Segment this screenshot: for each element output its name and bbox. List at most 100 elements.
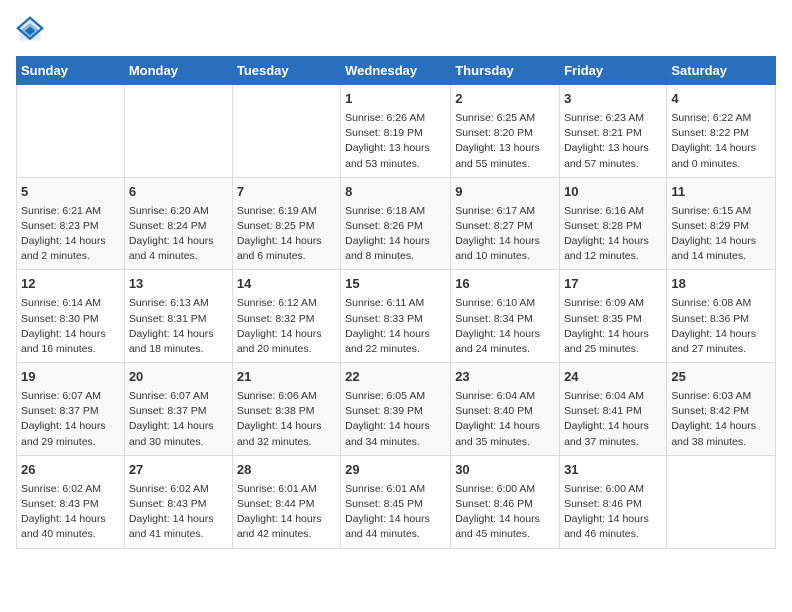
- day-number: 4: [671, 90, 771, 109]
- day-info: Sunrise: 6:00 AMSunset: 8:46 PMDaylight:…: [455, 482, 555, 543]
- day-number: 2: [455, 90, 555, 109]
- day-info: Sunrise: 6:04 AMSunset: 8:41 PMDaylight:…: [564, 389, 662, 450]
- day-number: 31: [564, 461, 662, 480]
- calendar-cell: 25 Sunrise: 6:03 AMSunset: 8:42 PMDayligh…: [667, 363, 776, 456]
- day-number: 6: [129, 183, 228, 202]
- day-number: 21: [237, 368, 336, 387]
- day-number: 19: [21, 368, 120, 387]
- day-info: Sunrise: 6:25 AMSunset: 8:20 PMDaylight:…: [455, 111, 555, 172]
- calendar-cell: 8 Sunrise: 6:18 AMSunset: 8:26 PMDaylight…: [341, 177, 451, 270]
- day-info: Sunrise: 6:03 AMSunset: 8:42 PMDaylight:…: [671, 389, 771, 450]
- logo-icon: [16, 16, 44, 44]
- day-info: Sunrise: 6:22 AMSunset: 8:22 PMDaylight:…: [671, 111, 771, 172]
- day-number: 23: [455, 368, 555, 387]
- day-number: 24: [564, 368, 662, 387]
- day-number: 26: [21, 461, 120, 480]
- weekday-header-friday: Friday: [560, 57, 667, 85]
- weekday-header-tuesday: Tuesday: [232, 57, 340, 85]
- day-number: 14: [237, 275, 336, 294]
- weekday-header-thursday: Thursday: [451, 57, 560, 85]
- weekday-header-monday: Monday: [124, 57, 232, 85]
- day-number: 13: [129, 275, 228, 294]
- day-info: Sunrise: 6:15 AMSunset: 8:29 PMDaylight:…: [671, 204, 771, 265]
- day-info: Sunrise: 6:21 AMSunset: 8:23 PMDaylight:…: [21, 204, 120, 265]
- day-number: 20: [129, 368, 228, 387]
- calendar-cell: 23 Sunrise: 6:04 AMSunset: 8:40 PMDayligh…: [451, 363, 560, 456]
- calendar-week-2: 5 Sunrise: 6:21 AMSunset: 8:23 PMDaylight…: [17, 177, 776, 270]
- calendar-week-3: 12Sunrise: 6:14 AMSunset: 8:30 PMDayligh…: [17, 270, 776, 363]
- calendar-cell: 26 Sunrise: 6:02 AMSunset: 8:43 PMDayligh…: [17, 455, 125, 548]
- day-info: Sunrise: 6:05 AMSunset: 8:39 PMDaylight:…: [345, 389, 446, 450]
- day-number: 22: [345, 368, 446, 387]
- calendar-cell: 4 Sunrise: 6:22 AMSunset: 8:22 PMDaylight…: [667, 85, 776, 178]
- calendar-cell: [667, 455, 776, 548]
- calendar-cell: 7 Sunrise: 6:19 AMSunset: 8:25 PMDaylight…: [232, 177, 340, 270]
- calendar-header-row: SundayMondayTuesdayWednesdayThursdayFrid…: [17, 57, 776, 85]
- day-info: Sunrise: 6:20 AMSunset: 8:24 PMDaylight:…: [129, 204, 228, 265]
- calendar-cell: 22 Sunrise: 6:05 AMSunset: 8:39 PMDayligh…: [341, 363, 451, 456]
- day-number: 7: [237, 183, 336, 202]
- day-number: 9: [455, 183, 555, 202]
- day-info: Sunrise: 6:02 AMSunset: 8:43 PMDaylight:…: [21, 482, 120, 543]
- day-number: 10: [564, 183, 662, 202]
- weekday-header-wednesday: Wednesday: [341, 57, 451, 85]
- day-info: Sunrise: 6:02 AMSunset: 8:43 PMDaylight:…: [129, 482, 228, 543]
- day-info: Sunrise: 6:10 AMSunset: 8:34 PMDaylight:…: [455, 296, 555, 357]
- logo: [16, 16, 48, 44]
- calendar-cell: 5 Sunrise: 6:21 AMSunset: 8:23 PMDaylight…: [17, 177, 125, 270]
- day-number: 8: [345, 183, 446, 202]
- calendar-cell: 19Sunrise: 6:07 AMSunset: 8:37 PMDayligh…: [17, 363, 125, 456]
- day-number: 5: [21, 183, 120, 202]
- calendar-cell: 3 Sunrise: 6:23 AMSunset: 8:21 PMDaylight…: [560, 85, 667, 178]
- day-info: Sunrise: 6:06 AMSunset: 8:38 PMDaylight:…: [237, 389, 336, 450]
- calendar-cell: 21 Sunrise: 6:06 AMSunset: 8:38 PMDayligh…: [232, 363, 340, 456]
- calendar-cell: [17, 85, 125, 178]
- calendar-cell: 20 Sunrise: 6:07 AMSunset: 8:37 PMDayligh…: [124, 363, 232, 456]
- calendar-cell: [124, 85, 232, 178]
- day-number: 25: [671, 368, 771, 387]
- calendar-cell: 30 Sunrise: 6:00 AMSunset: 8:46 PMDayligh…: [451, 455, 560, 548]
- day-number: 3: [564, 90, 662, 109]
- day-info: Sunrise: 6:01 AMSunset: 8:44 PMDaylight:…: [237, 482, 336, 543]
- day-info: Sunrise: 6:26 AMSunset: 8:19 PMDaylight:…: [345, 111, 446, 172]
- calendar-cell: 29Sunrise: 6:01 AMSunset: 8:45 PMDayligh…: [341, 455, 451, 548]
- calendar-cell: 17Sunrise: 6:09 AMSunset: 8:35 PMDayligh…: [560, 270, 667, 363]
- day-info: Sunrise: 6:19 AMSunset: 8:25 PMDaylight:…: [237, 204, 336, 265]
- day-info: Sunrise: 6:14 AMSunset: 8:30 PMDaylight:…: [21, 296, 120, 357]
- day-info: Sunrise: 6:18 AMSunset: 8:26 PMDaylight:…: [345, 204, 446, 265]
- calendar-cell: 16 Sunrise: 6:10 AMSunset: 8:34 PMDayligh…: [451, 270, 560, 363]
- day-info: Sunrise: 6:00 AMSunset: 8:46 PMDaylight:…: [564, 482, 662, 543]
- day-info: Sunrise: 6:13 AMSunset: 8:31 PMDaylight:…: [129, 296, 228, 357]
- calendar-cell: 2 Sunrise: 6:25 AMSunset: 8:20 PMDaylight…: [451, 85, 560, 178]
- calendar-cell: 10 Sunrise: 6:16 AMSunset: 8:28 PMDayligh…: [560, 177, 667, 270]
- day-info: Sunrise: 6:01 AMSunset: 8:45 PMDaylight:…: [345, 482, 446, 543]
- day-number: 17: [564, 275, 662, 294]
- day-number: 16: [455, 275, 555, 294]
- calendar-cell: 14Sunrise: 6:12 AMSunset: 8:32 PMDayligh…: [232, 270, 340, 363]
- day-info: Sunrise: 6:04 AMSunset: 8:40 PMDaylight:…: [455, 389, 555, 450]
- calendar-cell: 27Sunrise: 6:02 AMSunset: 8:43 PMDayligh…: [124, 455, 232, 548]
- day-number: 15: [345, 275, 446, 294]
- weekday-header-saturday: Saturday: [667, 57, 776, 85]
- calendar-cell: 18 Sunrise: 6:08 AMSunset: 8:36 PMDayligh…: [667, 270, 776, 363]
- calendar-week-1: 1 Sunrise: 6:26 AMSunset: 8:19 PMDaylight…: [17, 85, 776, 178]
- day-number: 18: [671, 275, 771, 294]
- day-info: Sunrise: 6:07 AMSunset: 8:37 PMDaylight:…: [129, 389, 228, 450]
- day-number: 1: [345, 90, 446, 109]
- day-info: Sunrise: 6:23 AMSunset: 8:21 PMDaylight:…: [564, 111, 662, 172]
- calendar-week-4: 19 Sunrise: 6:07 AMSunset: 8:37 PMDayligh…: [17, 363, 776, 456]
- day-number: 30: [455, 461, 555, 480]
- calendar-cell: 31 Sunrise: 6:00 AMSunset: 8:46 PMDayligh…: [560, 455, 667, 548]
- day-info: Sunrise: 6:08 AMSunset: 8:36 PMDaylight:…: [671, 296, 771, 357]
- day-info: Sunrise: 6:11 AMSunset: 8:33 PMDaylight:…: [345, 296, 446, 357]
- calendar-cell: 12Sunrise: 6:14 AMSunset: 8:30 PMDayligh…: [17, 270, 125, 363]
- calendar-cell: 11 Sunrise: 6:15 AMSunset: 8:29 PMDayligh…: [667, 177, 776, 270]
- day-number: 28: [237, 461, 336, 480]
- calendar-cell: 28 Sunrise: 6:01 AMSunset: 8:44 PMDayligh…: [232, 455, 340, 548]
- calendar-cell: 6 Sunrise: 6:20 AMSunset: 8:24 PMDaylight…: [124, 177, 232, 270]
- page-header: [16, 16, 776, 44]
- calendar-cell: 15 Sunrise: 6:11 AMSunset: 8:33 PMDayligh…: [341, 270, 451, 363]
- day-number: 11: [671, 183, 771, 202]
- day-info: Sunrise: 6:16 AMSunset: 8:28 PMDaylight:…: [564, 204, 662, 265]
- day-info: Sunrise: 6:17 AMSunset: 8:27 PMDaylight:…: [455, 204, 555, 265]
